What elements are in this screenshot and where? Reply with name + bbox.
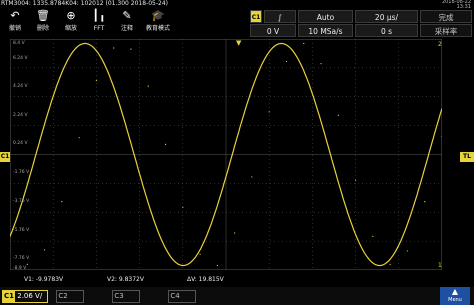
cursor-1-marker[interactable]: 1 [438, 262, 442, 269]
y-tick-label: -1.76 V [13, 170, 30, 175]
fft-icon: ┃╻ [92, 9, 106, 22]
ch2-button[interactable]: C2 [56, 290, 84, 303]
ch3-button[interactable]: C3 [112, 290, 140, 303]
trace-sample-point [372, 235, 374, 237]
trace-sample-point [199, 253, 201, 255]
y-tick-label: 8.4 V [13, 41, 25, 46]
y-tick-label: -3.76 V [13, 199, 30, 204]
zoom-button[interactable]: ⊕ 缩放 [58, 8, 84, 36]
channel-offset-marker[interactable]: C1 [0, 152, 10, 162]
v1-readout: V1: -9.9783V [24, 276, 64, 283]
y-tick-label: 4.24 V [13, 84, 28, 89]
acquisition-panel: C1 ∫ Auto 20 µs/ 完成 0 V 10 MSa/s 0 s 采样率 [245, 8, 474, 38]
trace-sample-point [95, 79, 97, 82]
trace-sample-point [285, 60, 288, 63]
trace-sample-point [43, 249, 46, 251]
trace-sample-point [389, 263, 391, 265]
ch1-settings[interactable]: C1 2.06 V/ [2, 290, 48, 303]
trace-sample-point [355, 179, 357, 181]
acquisition-status: 完成 [420, 10, 472, 23]
y-tick-label: 6.24 V [13, 56, 28, 61]
trace-sample-point [61, 200, 63, 203]
ch4-button[interactable]: C4 [168, 290, 196, 303]
trace-sample-point [268, 111, 270, 113]
education-mode-button[interactable]: 🎓 教育模式 [142, 8, 174, 36]
education-icon: 🎓 [151, 9, 165, 22]
annotate-button[interactable]: ✎ 注释 [114, 8, 140, 36]
sample-rate[interactable]: 10 MSa/s [298, 24, 353, 37]
y-tick-label: 0.24 V [13, 141, 28, 146]
menu-button[interactable]: ▲ Menu [440, 287, 470, 305]
trace-sample-point [337, 114, 339, 116]
horizontal-position[interactable]: 0 s [355, 24, 418, 37]
y-tick-label: -5.76 V [13, 228, 30, 233]
toolbar: ↶ 撤销 🗑 删除 ⊕ 缩放 ┃╻ FFT ✎ 注释 🎓 教育模式 [0, 8, 236, 36]
delete-button[interactable]: 🗑 删除 [30, 8, 56, 36]
trace-sample-point [78, 137, 80, 139]
trace-sample-point [424, 200, 426, 203]
ch1-scale: 2.06 V/ [17, 292, 43, 300]
trace-sample-point [130, 48, 132, 50]
trace-sample-point [234, 232, 236, 234]
trigger-slope[interactable]: ∫ [264, 10, 296, 23]
ch1-tag: C1 [3, 291, 15, 302]
trace-sample-point [26, 263, 28, 265]
fft-button[interactable]: ┃╻ FFT [86, 8, 112, 36]
trace-sample-point [303, 42, 305, 45]
zoom-icon: ⊕ [66, 9, 76, 22]
y-tick-label: -8.9 V [13, 266, 27, 271]
trigger-level[interactable]: 0 V [250, 24, 296, 37]
channel-bar: C1 2.06 V/ C2 C3 C4 ▲ Menu [0, 287, 474, 305]
v2-readout: V2: 9.8372V [107, 276, 144, 283]
cursor-2-marker[interactable]: 2 [438, 41, 442, 48]
cursor-measurements: V1: -9.9783V V2: 9.8372V ΔV: 19.815V [12, 275, 432, 285]
trace-sample-point [182, 206, 184, 208]
trace-sample-point [406, 250, 409, 252]
trigger-position-marker[interactable]: ▼ [236, 39, 242, 47]
trace-sample-point [113, 47, 115, 49]
y-tick-label: -7.76 V [13, 256, 30, 261]
menu-label: Menu [448, 297, 462, 303]
trace-sample-point [251, 176, 253, 178]
sample-rate-label: 采样率 [420, 24, 472, 37]
trigger-level-marker[interactable]: TL [460, 152, 474, 162]
delete-icon: 🗑 [36, 9, 50, 22]
device-info: RTM3004: 1335.8784K04: 102012 (01.300 20… [1, 0, 168, 7]
annotate-icon: ✎ [122, 9, 132, 22]
trace-sample-point [164, 143, 167, 146]
trigger-source-badge[interactable]: C1 [250, 10, 262, 23]
undo-icon: ↶ [10, 9, 20, 22]
trace-sample-point [320, 63, 322, 65]
device-info-bar: RTM3004: 1335.8784K04: 102012 (01.300 20… [0, 0, 474, 10]
menu-icon: ▲ [451, 287, 459, 296]
trigger-mode[interactable]: Auto [298, 10, 353, 23]
grid [10, 39, 442, 270]
trace-sample-point [216, 264, 218, 267]
undo-button[interactable]: ↶ 撤销 [2, 8, 28, 36]
trace-sample-point [441, 135, 442, 138]
timebase[interactable]: 20 µs/ [355, 10, 418, 23]
trace-sample-point [147, 85, 149, 87]
waveform-display[interactable]: ▼ 2 1 [10, 39, 442, 270]
delta-v-readout: ΔV: 19.815V [187, 276, 224, 283]
y-tick-label: 2.24 V [13, 113, 28, 118]
